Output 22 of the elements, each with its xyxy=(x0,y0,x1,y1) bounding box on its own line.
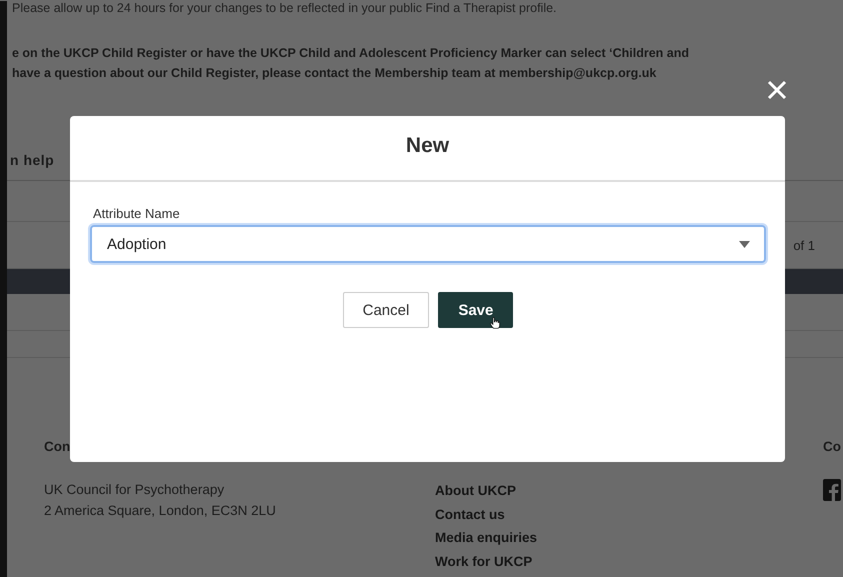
address-line: 2 America Square, London, EC3N 2LU xyxy=(44,502,277,520)
footer-link[interactable]: Media enquiries xyxy=(435,526,823,550)
footer-link[interactable]: About UKCP xyxy=(435,479,823,502)
footer-heading: Co xyxy=(823,439,842,455)
tab-label[interactable]: n help xyxy=(7,152,54,168)
facebook-icon[interactable] xyxy=(823,479,841,501)
footer-link[interactable]: Work for UKCP xyxy=(435,550,823,573)
dropdown-caret-icon xyxy=(739,240,750,248)
footer-heading: Con xyxy=(44,439,72,455)
cancel-button[interactable]: Cancel xyxy=(342,292,430,328)
field-label: Attribute Name xyxy=(93,206,181,221)
save-button[interactable]: Save xyxy=(438,292,514,328)
hand-pointer-icon xyxy=(490,317,500,329)
notice-text: have a question about our Child Register, please contact the Membership team at membership@ukcp.org.uk xyxy=(11,66,658,80)
address-line: UK Council for Psychotherapy xyxy=(44,481,226,499)
close-icon[interactable] xyxy=(767,80,787,100)
attribute-select[interactable]: Adoption xyxy=(90,225,766,263)
notice-text: e on the UKCP Child Register or have the UKCP Child and Adolescent Proficiency Marker can select ‘Children and xyxy=(11,46,690,60)
dialog-title: New xyxy=(406,134,450,158)
pagination-text: of 1 xyxy=(793,238,815,252)
footer-link[interactable]: Contact us xyxy=(435,502,823,526)
notice-text: Please allow up to 24 hours for your changes to be reflected in your public Find a Therapist profile. xyxy=(11,1,558,17)
